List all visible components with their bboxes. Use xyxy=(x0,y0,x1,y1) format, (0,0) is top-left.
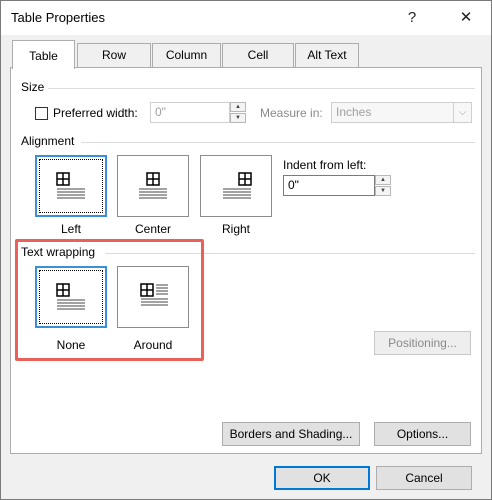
dialog-title: Table Properties xyxy=(11,10,105,25)
title-bar: Table Properties ? ✕ xyxy=(1,1,491,35)
borders-and-shading-button[interactable]: Borders and Shading... xyxy=(222,422,360,446)
tab-label: Alt Text xyxy=(307,48,347,62)
align-left-icon xyxy=(56,172,85,199)
indent-from-left-label: Indent from left: xyxy=(283,158,367,172)
tab-label: Row xyxy=(101,48,126,62)
size-section-label: Size xyxy=(21,80,49,94)
spin-down-icon[interactable]: ▼ xyxy=(230,113,246,123)
options-button[interactable]: Options... xyxy=(374,422,471,446)
spin-up-icon[interactable]: ▲ xyxy=(230,102,246,112)
align-center-label: Center xyxy=(134,222,172,236)
align-right-icon xyxy=(223,172,252,199)
tab-row[interactable]: Row xyxy=(77,43,151,67)
chevron-down-icon: ⌵ xyxy=(453,103,471,122)
align-center-icon xyxy=(139,172,167,199)
tab-label: Column xyxy=(165,48,208,62)
preferred-width-label: Preferred width: xyxy=(53,106,138,120)
text-wrapping-highlight xyxy=(15,239,204,361)
align-left-option[interactable] xyxy=(35,155,107,217)
cancel-button[interactable]: Cancel xyxy=(376,466,472,490)
tab-column[interactable]: Column xyxy=(152,43,221,67)
positioning-button[interactable]: Positioning... xyxy=(374,331,471,355)
align-center-option[interactable] xyxy=(117,155,189,217)
measure-in-select[interactable]: Inches ⌵ xyxy=(331,102,472,123)
tab-label: Cell xyxy=(247,48,269,62)
alignment-divider xyxy=(81,142,475,143)
indent-from-left-field[interactable]: 0" xyxy=(283,175,375,196)
tab-alt-text[interactable]: Alt Text xyxy=(295,43,359,67)
size-divider xyxy=(41,88,475,89)
tab-table[interactable]: Table xyxy=(12,40,75,69)
alignment-section-label: Alignment xyxy=(21,134,79,148)
tab-label: Table xyxy=(29,49,58,63)
align-left-label: Left xyxy=(60,222,81,236)
close-button[interactable]: ✕ xyxy=(451,5,481,31)
close-icon: ✕ xyxy=(459,9,473,26)
spin-up-icon[interactable]: ▲ xyxy=(375,175,391,185)
preferred-width-spinner[interactable]: ▲ ▼ xyxy=(230,102,246,123)
spin-down-icon[interactable]: ▼ xyxy=(375,186,391,196)
table-properties-dialog: Table Properties ? ✕ Table Row Column Ce… xyxy=(0,0,492,500)
help-button[interactable]: ? xyxy=(397,5,427,31)
tab-cell[interactable]: Cell xyxy=(222,43,294,67)
align-right-option[interactable] xyxy=(200,155,272,217)
help-icon: ? xyxy=(407,9,417,26)
measure-in-value: Inches xyxy=(336,105,372,119)
ok-button[interactable]: OK xyxy=(274,466,370,490)
preferred-width-field[interactable]: 0" xyxy=(150,102,230,123)
preferred-width-checkbox[interactable] xyxy=(35,107,48,120)
align-right-label: Right xyxy=(221,222,250,236)
measure-in-label: Measure in: xyxy=(260,106,323,120)
indent-spinner[interactable]: ▲ ▼ xyxy=(375,175,391,196)
